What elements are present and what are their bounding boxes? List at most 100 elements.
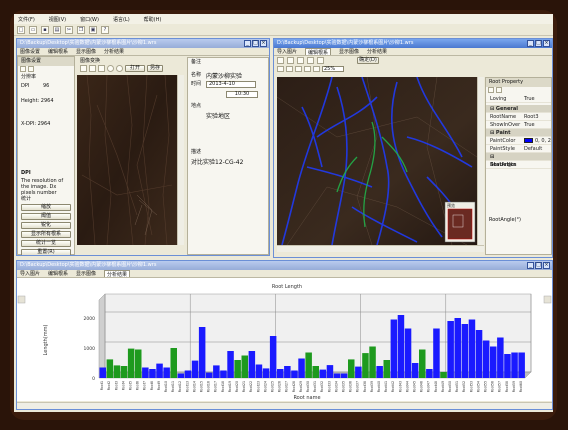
tab-analysis[interactable]: 分析结果 [104,48,124,55]
bar-root14[interactable] [191,360,199,378]
tab-edit-roots[interactable]: 编辑根系 [48,270,68,277]
select-icon[interactable] [313,66,320,72]
property-value[interactable] [522,161,551,168]
bar-root38[interactable] [362,353,369,378]
bar-root6[interactable] [135,349,142,379]
property-row[interactable]: RootAngle [486,161,551,169]
bar-root9[interactable] [156,363,163,378]
notes-tab[interactable]: 备注 [188,58,268,67]
bar-root26[interactable] [277,369,284,378]
tab-import-image[interactable]: 导入图片 [20,270,40,277]
bar-root50[interactable] [447,321,454,378]
menu-language[interactable]: 语言(L) [112,16,131,23]
bar-root7[interactable] [142,367,149,379]
alphabetical-icon[interactable] [496,87,502,93]
bar-root21[interactable] [241,355,249,379]
tab-show-image[interactable]: 显示图像 [76,48,96,55]
chart-scroll-right-icon[interactable] [543,295,552,304]
open-icon[interactable]: ▭ [29,25,37,34]
property-row[interactable]: PaintColor 0, 0, 255 [486,137,551,145]
refresh-icon[interactable] [116,65,123,72]
time-picker[interactable]: 10:30 [226,91,258,98]
bar-root40[interactable] [376,366,383,378]
bar-root19[interactable] [227,351,234,378]
bar-root27[interactable] [284,366,291,378]
categorized-icon[interactable] [488,87,494,93]
bar-root18[interactable] [220,370,227,379]
menu-window[interactable]: 窗口(W) [79,16,100,23]
bar-root35[interactable] [340,373,348,379]
bar-root53[interactable] [468,319,476,379]
bar-root34[interactable] [333,373,341,379]
tracing-h-scrollbar[interactable] [277,245,484,252]
bar-root32[interactable] [319,369,327,378]
maximize-icon[interactable]: □ [535,40,542,47]
name-value[interactable]: 内蒙沙柳实验 [206,71,242,80]
reset-button[interactable]: 重置(R) [21,249,71,255]
bar-root39[interactable] [369,346,376,379]
close-icon[interactable]: × [260,40,267,47]
tab-show-image[interactable]: 显示图像 [339,48,359,55]
tab-image-settings[interactable]: 图像设置 [20,48,40,55]
property-value[interactable]: True [522,95,551,102]
sharpen-button[interactable]: 锐化 [21,222,71,229]
property-row[interactable]: Loving True [486,95,551,103]
pointer-icon[interactable] [277,57,284,64]
bar-root54[interactable] [475,330,483,378]
maximize-icon[interactable]: □ [535,262,542,269]
menu-file[interactable]: 文件(F) [17,16,36,23]
line-icon[interactable] [307,57,314,64]
bar-root36[interactable] [348,359,355,378]
window-1-titlebar[interactable]: D:\Backup\Desktop\实验数据\内蒙沙柳根系图片\沙柳1.wrs … [17,39,269,48]
zoom-out-icon[interactable] [286,66,293,72]
property-category[interactable]: ⊟ Statistics [486,153,551,168]
confirm-button[interactable]: 确定(D) [357,57,379,64]
bar-root42[interactable] [390,319,398,379]
bar-root37[interactable] [355,366,362,378]
description-value[interactable]: 对比实验12-CG-42 [188,157,268,166]
bar-root49[interactable] [440,372,447,378]
close-icon[interactable]: × [543,262,550,269]
bar-root45[interactable] [411,363,419,378]
bar-root60[interactable] [518,352,525,379]
preview-thumbnail[interactable]: 预览 [444,201,476,243]
maximize-icon[interactable]: □ [252,40,259,47]
statistics-button[interactable]: 统计一览 [21,240,71,247]
minimize-icon[interactable]: _ [527,262,534,269]
tracing-v-scrollbar[interactable] [477,77,484,245]
menu-view[interactable]: 视图(V) [48,16,67,23]
bar-root12[interactable] [177,373,185,379]
threshold-button[interactable]: 阈值 [21,213,71,220]
bar-root59[interactable] [511,352,518,379]
zoom-in-icon[interactable] [277,66,284,72]
new-icon[interactable]: □ [17,25,25,34]
tab-analysis[interactable]: 分析结果 [104,270,131,278]
tab-image-transform[interactable]: 图像变换 [80,57,100,65]
tab-show-image[interactable]: 显示图像 [76,270,96,277]
bar-root16[interactable] [206,372,213,378]
bar-root30[interactable] [305,352,312,379]
chart-scroll-left-icon[interactable] [17,295,26,304]
bar-root46[interactable] [419,349,426,379]
bar-root51[interactable] [454,318,462,378]
help-icon[interactable]: ? [101,25,109,34]
save-as-button[interactable]: 另存 [147,65,163,72]
bar-root10[interactable] [163,367,170,379]
sort-icon[interactable] [20,66,26,72]
bar-root22[interactable] [248,351,256,378]
window-2-titlebar[interactable]: D:\Backup\Desktop\实验数据\内蒙沙柳根系图片\沙柳1.wrs … [274,39,552,48]
property-value[interactable]: True [522,121,551,128]
save-icon[interactable]: ▪ [41,25,49,34]
property-value[interactable] [522,105,551,112]
bar-root24[interactable] [262,368,270,378]
bar-root8[interactable] [149,369,156,378]
bar-root48[interactable] [433,328,440,379]
bar-root1[interactable] [99,367,107,379]
image-1-scrollbar[interactable] [177,75,184,245]
bar-root33[interactable] [326,365,334,378]
menu-help[interactable]: 帮助(H) [143,16,163,23]
bar-root3[interactable] [113,365,121,378]
property-value[interactable]: Default [522,145,551,152]
undo-icon[interactable] [317,57,324,64]
hand-icon[interactable] [304,66,311,72]
